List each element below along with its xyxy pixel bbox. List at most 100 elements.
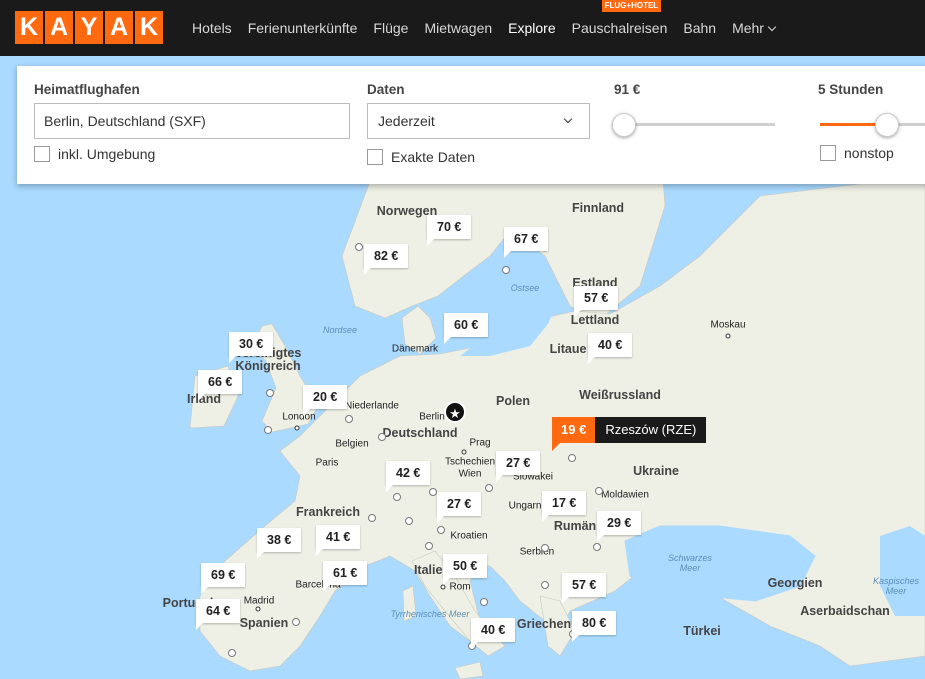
destination-dot[interactable] (568, 454, 576, 462)
kayak-logo[interactable]: K A Y A K (15, 11, 163, 44)
price-tag[interactable]: 67 € (504, 227, 549, 258)
nonstop-label: nonstop (844, 145, 894, 161)
destination-dot[interactable] (355, 243, 363, 251)
exact-dates-label: Exakte Daten (391, 149, 476, 165)
destination-dot[interactable] (541, 544, 549, 552)
nav-ferienunterkuenfte[interactable]: Ferienunterkünfte (248, 20, 358, 36)
destination-dot[interactable] (264, 426, 272, 434)
city-label: Wien (458, 468, 482, 480)
city-dot (294, 425, 300, 431)
duration-slider-handle[interactable] (875, 113, 899, 137)
nonstop-checkbox[interactable]: nonstop (820, 145, 894, 161)
price-tag[interactable]: 40 € (588, 333, 633, 364)
price-tag[interactable]: 42 € (386, 461, 431, 492)
destination-dot[interactable] (437, 526, 445, 534)
price-tag[interactable]: 57 € (574, 286, 619, 317)
highlight-price: 19 € (552, 417, 596, 451)
flug-hotel-badge: FLUG+HOTEL (601, 0, 662, 12)
country-label: Georgien (767, 576, 823, 590)
destination-dot[interactable] (345, 415, 353, 423)
destination-dot[interactable] (429, 488, 437, 496)
top-navigation-bar: K A Y A K Hotels Ferienunterkünfte Flüge… (0, 0, 925, 56)
country-label: Ukraine (633, 464, 679, 478)
destination-dot[interactable] (228, 649, 236, 657)
nav-explore[interactable]: Explore (508, 20, 555, 36)
country-label: Tschechien (444, 456, 496, 468)
price-tag[interactable]: 69 € (201, 563, 246, 594)
nav-mehr-label: Mehr (732, 20, 764, 36)
city-label: Paris (315, 457, 339, 469)
nav-pauschalreisen[interactable]: Pauschalreisen FLUG+HOTEL (571, 0, 668, 36)
destination-dot[interactable] (425, 542, 433, 550)
price-tag[interactable]: 57 € (562, 573, 607, 604)
destination-dot[interactable] (593, 543, 601, 551)
price-slider-track[interactable] (617, 123, 775, 126)
highlighted-destination[interactable]: 19 € Rzeszów (RZE) (552, 417, 707, 451)
price-tag[interactable]: 27 € (437, 492, 482, 523)
country-label: Griechen (516, 617, 572, 631)
price-tag[interactable]: 40 € (471, 618, 516, 649)
price-tag[interactable]: 17 € (542, 491, 587, 522)
price-tag[interactable]: 20 € (303, 385, 348, 416)
destination-dot[interactable] (368, 514, 376, 522)
price-tag[interactable]: 27 € (496, 451, 541, 482)
city-dot (255, 606, 261, 612)
destination-dot[interactable] (485, 484, 493, 492)
price-tag[interactable]: 64 € (196, 599, 241, 630)
nearby-airports-checkbox[interactable]: inkl. Umgebung (34, 146, 155, 162)
destination-dot[interactable] (541, 581, 549, 589)
price-slider-handle[interactable] (612, 113, 636, 137)
price-tag[interactable]: 30 € (229, 332, 274, 363)
destination-dot[interactable] (393, 493, 401, 501)
city-label: London (282, 411, 316, 423)
price-tag[interactable]: 41 € (316, 525, 361, 556)
country-label: Spanien (239, 616, 289, 630)
price-tag[interactable]: 60 € (444, 313, 489, 344)
nav-pauschalreisen-label: Pauschalreisen (571, 20, 668, 36)
duration-slider-fill (820, 123, 875, 126)
dates-label: Daten (367, 82, 405, 97)
nearby-airports-label: inkl. Umgebung (58, 146, 156, 162)
price-tag[interactable]: 82 € (364, 244, 409, 275)
search-filter-panel: Heimatflughafen inkl. Umgebung Daten Jed… (17, 66, 925, 184)
city-label: Rom (449, 581, 471, 593)
chevron-down-icon (767, 22, 777, 32)
country-label: Belgien (335, 438, 369, 450)
nav-mehr[interactable]: Mehr (732, 20, 777, 36)
duration-filter-label: 5 Stunden (818, 82, 884, 97)
country-label: Polen (495, 394, 531, 408)
price-tag[interactable]: 80 € (572, 611, 617, 642)
nav-hotels[interactable]: Hotels (192, 20, 232, 36)
country-label: Niederlande (345, 400, 399, 412)
destination-dot[interactable] (405, 517, 413, 525)
price-tag[interactable]: 70 € (427, 215, 472, 246)
price-tag[interactable]: 66 € (198, 370, 243, 401)
city-label: Moskau (710, 319, 746, 331)
origin-label: Heimatflughafen (34, 82, 140, 97)
star-icon: ★ (444, 401, 466, 423)
sea-label: Schwarzes Meer (667, 553, 712, 573)
exact-dates-checkbox[interactable]: Exakte Daten (367, 149, 475, 165)
destination-dot[interactable] (378, 433, 386, 441)
logo-letter: A (45, 11, 73, 44)
dates-select[interactable]: Jederzeit (367, 103, 590, 139)
country-label: Rumän (553, 519, 597, 533)
destination-dot[interactable] (266, 389, 274, 397)
price-tag[interactable]: 61 € (323, 561, 368, 592)
country-label: Deutschland (382, 426, 458, 440)
destination-dot[interactable] (292, 618, 300, 626)
country-label: Serbien (519, 546, 555, 558)
country-label: Weißrussland (579, 388, 661, 402)
city-label: Prag (469, 437, 491, 449)
nav-bahn[interactable]: Bahn (683, 20, 716, 36)
destination-dot[interactable] (595, 487, 603, 495)
price-tag[interactable]: 29 € (597, 511, 642, 542)
price-tag[interactable]: 38 € (257, 528, 302, 559)
country-label: Türkei (683, 624, 721, 638)
origin-airport-input[interactable] (34, 103, 350, 139)
destination-dot[interactable] (480, 598, 488, 606)
destination-dot[interactable] (502, 266, 510, 274)
nav-fluege[interactable]: Flüge (373, 20, 408, 36)
nav-mietwagen[interactable]: Mietwagen (424, 20, 492, 36)
price-tag[interactable]: 50 € (443, 554, 488, 585)
